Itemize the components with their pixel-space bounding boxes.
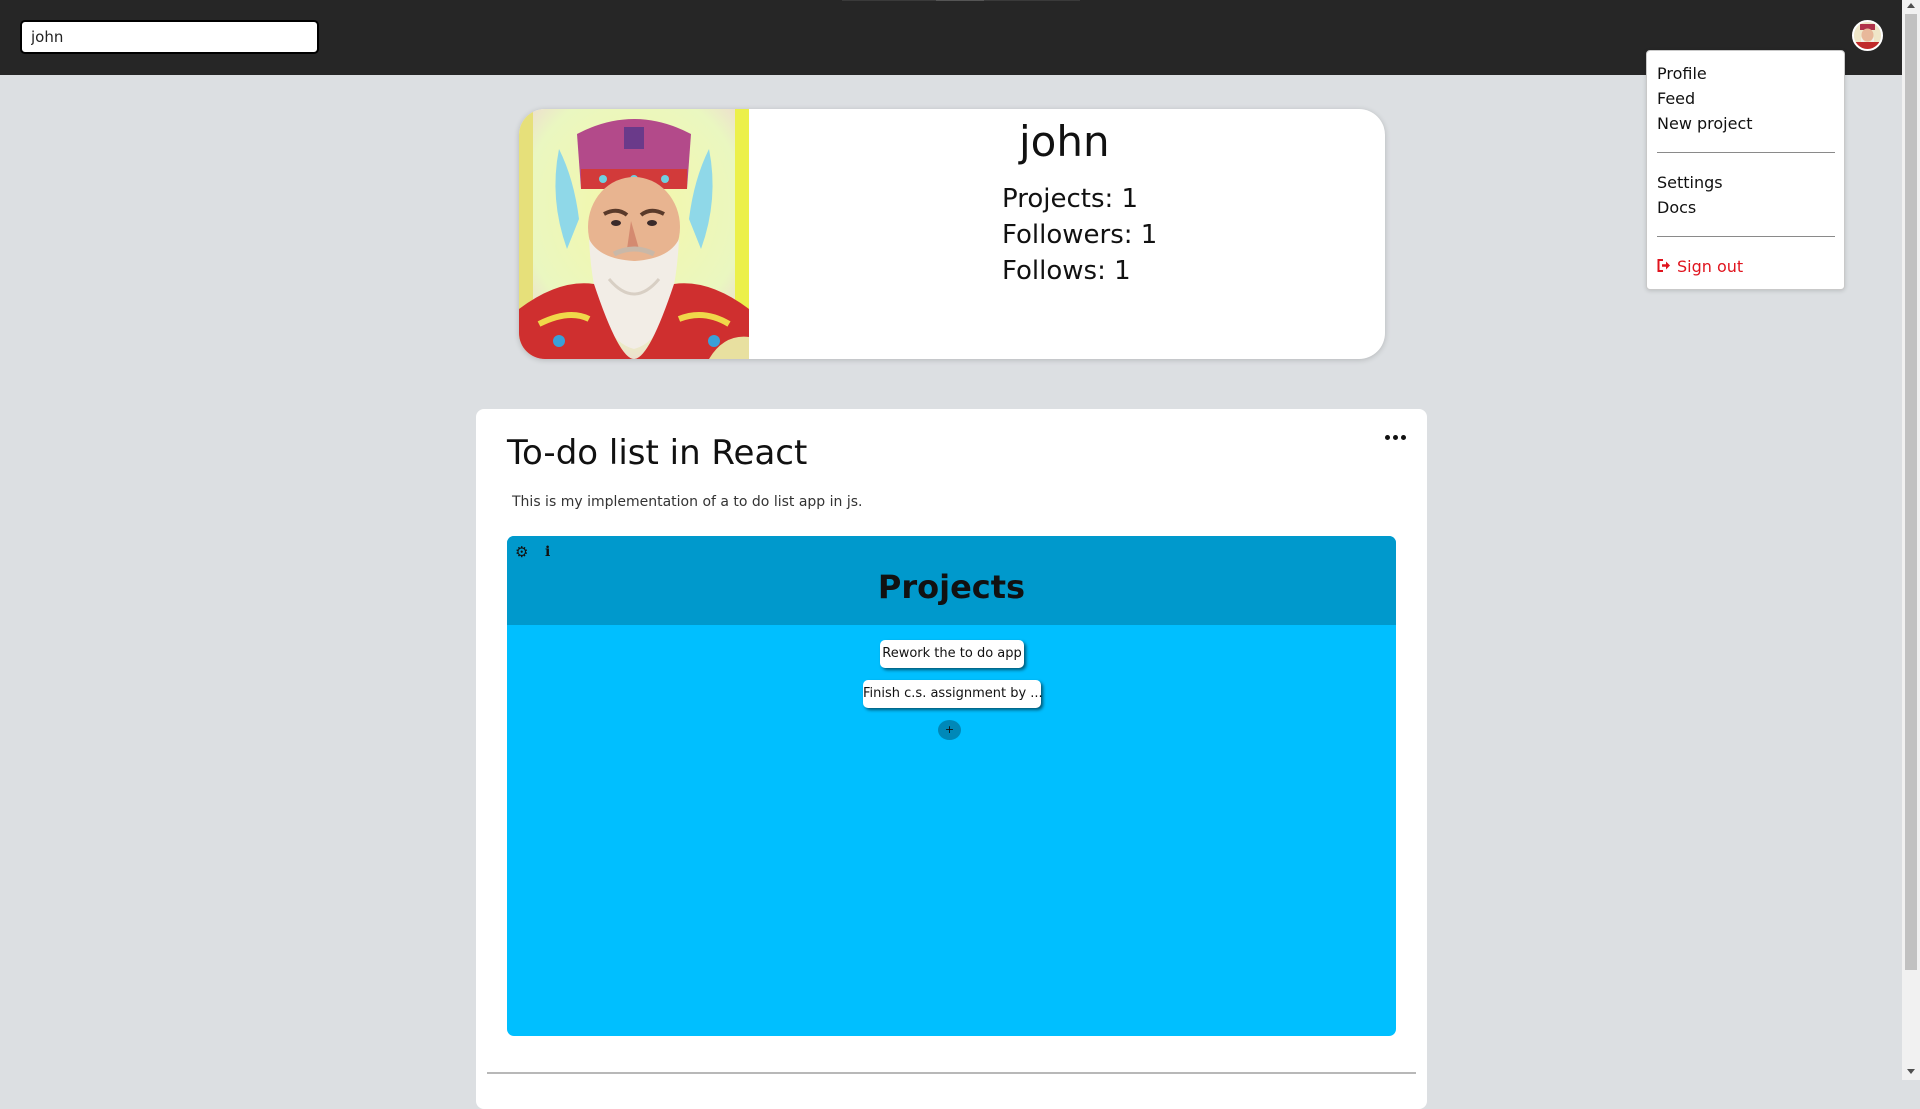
- embed-header: ⚙ i Projects: [507, 536, 1396, 625]
- stat-followers[interactable]: Followers: 1: [1002, 220, 1157, 250]
- sign-out-label: Sign out: [1677, 257, 1744, 276]
- project-title: To-do list in React: [507, 433, 808, 473]
- profile-username: john: [1019, 117, 1110, 166]
- profile-picture: [519, 109, 749, 359]
- user-dropdown-menu: Profile Feed New project Settings Docs S…: [1646, 50, 1845, 290]
- menu-item-sign-out[interactable]: Sign out: [1657, 257, 1743, 276]
- gear-icon[interactable]: ⚙: [515, 543, 528, 561]
- avatar[interactable]: [1852, 20, 1883, 51]
- project-item-button[interactable]: Rework the to do app: [880, 640, 1024, 668]
- scroll-down-icon[interactable]: [1907, 1069, 1915, 1074]
- menu-divider: [1657, 236, 1835, 237]
- avatar-image: [1854, 22, 1881, 49]
- top-navbar: [0, 0, 1902, 75]
- project-card: To-do list in React This is my implement…: [476, 409, 1427, 1109]
- tab-indicator: [842, 0, 936, 1]
- sign-out-icon: [1657, 257, 1671, 276]
- search-input[interactable]: [20, 20, 319, 54]
- menu-item-profile[interactable]: Profile: [1657, 64, 1707, 83]
- more-dot: [1385, 435, 1390, 440]
- menu-item-new-project[interactable]: New project: [1657, 114, 1753, 133]
- scroll-up-icon[interactable]: [1907, 3, 1915, 8]
- stat-projects: Projects: 1: [1002, 184, 1139, 214]
- more-dot: [1393, 435, 1398, 440]
- menu-item-settings[interactable]: Settings: [1657, 173, 1723, 192]
- scroll-thumb[interactable]: [1905, 14, 1917, 970]
- menu-item-docs[interactable]: Docs: [1657, 198, 1696, 217]
- stat-follows[interactable]: Follows: 1: [1002, 256, 1131, 286]
- embed-title: Projects: [877, 568, 1026, 606]
- card-divider: [487, 1072, 1416, 1074]
- more-icon[interactable]: [1385, 432, 1407, 442]
- project-description: This is my implementation of a to do lis…: [512, 494, 863, 510]
- project-embed-preview: ⚙ i Projects Rework the to do app Finish…: [507, 536, 1396, 1036]
- info-icon[interactable]: i: [545, 544, 550, 560]
- profile-card: john Projects: 1 Followers: 1 Follows: 1: [519, 109, 1385, 359]
- menu-item-feed[interactable]: Feed: [1657, 89, 1695, 108]
- add-project-button[interactable]: +: [938, 720, 961, 740]
- tab-indicator-active: [936, 0, 984, 1]
- page-scrollbar[interactable]: [1902, 0, 1920, 1080]
- more-dot: [1401, 435, 1406, 440]
- project-item-button[interactable]: Finish c.s. assignment by ...: [863, 680, 1043, 708]
- tab-indicator: [984, 0, 1080, 1]
- menu-divider: [1657, 152, 1835, 153]
